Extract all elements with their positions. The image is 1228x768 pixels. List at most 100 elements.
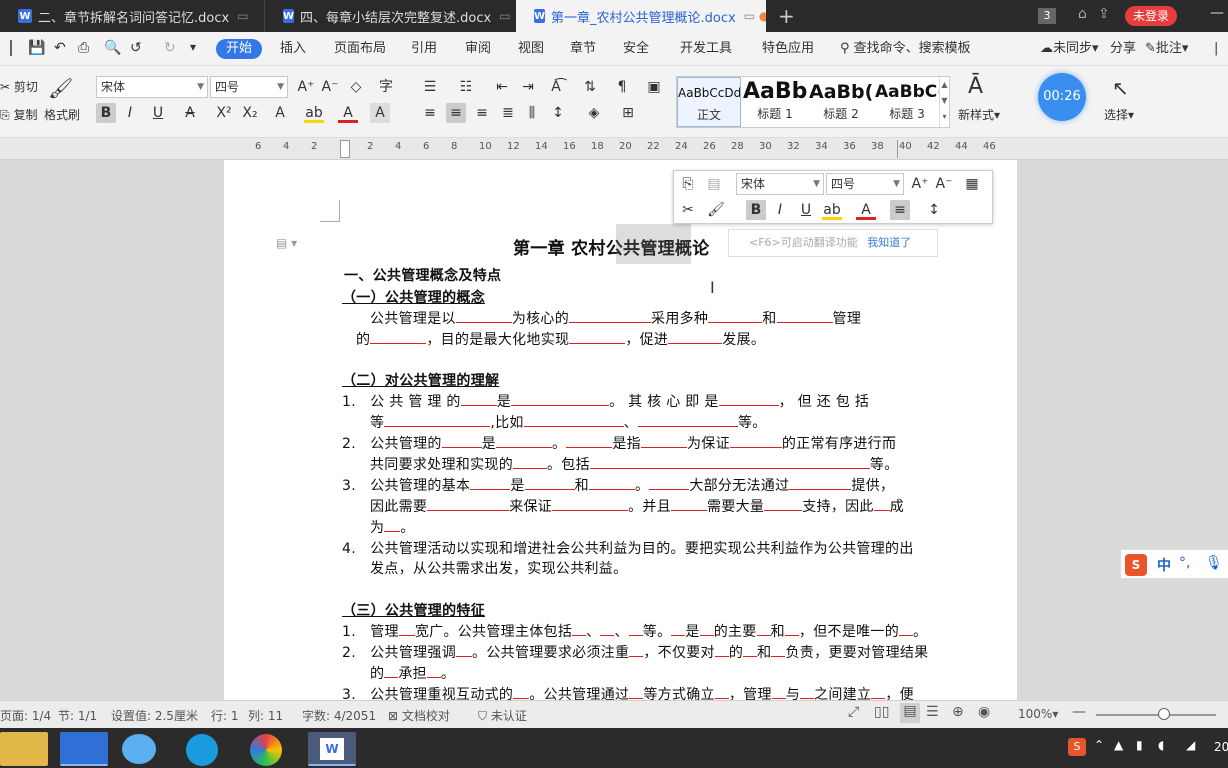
undo-icon[interactable]: ↺ — [130, 40, 142, 56]
print-icon[interactable]: ⎙ — [78, 40, 89, 56]
tab-chapter[interactable]: 章节 — [570, 39, 596, 59]
text-box-icon[interactable]: ▣ — [644, 77, 664, 97]
page-count-badge[interactable]: 3 — [1038, 8, 1056, 24]
customize-icon[interactable]: ▾ — [190, 40, 196, 54]
certification-status[interactable]: ⛉ 未认证 — [478, 707, 527, 724]
scissors-icon[interactable]: ✂ — [678, 200, 698, 220]
eye-protection-icon[interactable]: ◉ — [978, 704, 990, 720]
cut-button[interactable]: ✂ 剪切 — [0, 78, 38, 95]
punctuation-icon[interactable]: °, — [1179, 555, 1190, 571]
chinese-layout-icon[interactable]: A͡ — [546, 77, 566, 97]
style-heading-3[interactable]: AaBbC( 标题 3 — [875, 77, 939, 127]
italic-icon[interactable]: I — [770, 200, 790, 220]
tray-expand-icon[interactable]: ⌃ — [1094, 738, 1104, 752]
volume-icon[interactable]: ◖ — [1158, 738, 1164, 752]
bold-icon[interactable]: B — [746, 200, 766, 220]
fullscreen-icon[interactable]: ⤢ — [848, 704, 859, 720]
bullet-list-icon[interactable]: ☰ — [420, 77, 440, 97]
shading-icon[interactable]: ◈ — [584, 103, 604, 123]
select-button[interactable]: 选择▾ — [1104, 106, 1134, 123]
tab-page-layout[interactable]: 页面布局 — [334, 39, 386, 59]
wifi-icon[interactable]: ◢ — [1186, 738, 1195, 752]
paste-icon[interactable]: ▤ — [704, 174, 724, 194]
tab-developer[interactable]: 开发工具 — [680, 39, 732, 59]
wps-writer-icon[interactable]: W — [308, 732, 356, 766]
copy-icon[interactable]: ⎘ — [678, 174, 698, 194]
zoom-out-icon[interactable]: — — [1072, 704, 1086, 720]
web-view-icon[interactable]: ⊕ — [952, 704, 964, 720]
clock[interactable]: 20 — [1214, 740, 1228, 754]
style-scroll[interactable]: ▲ ▼ ▾ — [939, 77, 949, 127]
zoom-slider-thumb[interactable] — [1158, 708, 1170, 720]
show-marks-icon[interactable]: ¶ — [612, 77, 632, 97]
zoom-level[interactable]: 100%▾ — [1018, 707, 1058, 721]
align-left-icon[interactable]: ≡ — [420, 103, 440, 123]
tab-security[interactable]: 安全 — [623, 39, 649, 59]
document-tab[interactable]: W 二、章节拆解名词问答记忆.docx ▭ — [0, 0, 262, 32]
outline-view-icon[interactable]: ☰ — [926, 704, 939, 720]
mail-app-icon[interactable] — [60, 732, 108, 766]
new-style-button[interactable]: 新样式▾ — [958, 106, 1000, 123]
strikethrough-icon[interactable]: A — [180, 103, 200, 123]
align-center-icon[interactable]: ≡ — [446, 103, 466, 123]
file-explorer-icon[interactable] — [0, 732, 48, 766]
more-icon[interactable]: | — [1214, 39, 1218, 59]
sync-status[interactable]: ☁未同步▾ — [1040, 39, 1099, 59]
status-setting[interactable]: 设置值: 2.5厘米 — [111, 707, 198, 724]
highlight-icon[interactable]: ab — [822, 200, 842, 220]
page-view-icon[interactable]: ▤ — [900, 703, 920, 723]
text-effect-icon[interactable]: A — [270, 103, 290, 123]
network-icon[interactable]: ▲ — [1114, 738, 1123, 752]
increase-font-icon[interactable]: A⁺ — [296, 77, 316, 97]
line-spacing-icon[interactable]: ↕ — [924, 200, 944, 220]
document-tab[interactable]: W 四、每章小结层次完整复述.docx ▭ ● — [264, 0, 514, 32]
minimize-icon[interactable]: — — [1210, 5, 1224, 21]
zoom-slider-track[interactable] — [1096, 714, 1216, 716]
clear-format-icon[interactable]: ◇ — [346, 77, 366, 97]
menu-toggle-icon[interactable] — [10, 40, 16, 56]
font-size-select[interactable]: 四号 ▼ — [210, 76, 288, 98]
increase-font-icon[interactable]: A⁺ — [910, 174, 930, 194]
save-icon[interactable]: 💾 — [28, 40, 45, 56]
style-heading-1[interactable]: AaBb 标题 1 — [743, 77, 807, 127]
float-font-size-select[interactable]: 四号 ▼ — [826, 173, 904, 195]
skin-icon[interactable]: ⌂ — [1078, 6, 1087, 22]
format-painter-icon[interactable]: 🖌 — [48, 76, 73, 100]
ime-mode[interactable]: 中 — [1157, 555, 1171, 575]
microphone-icon[interactable]: 🎙 — [1205, 555, 1223, 571]
tab-review[interactable]: 审阅 — [465, 39, 491, 59]
line-spacing-icon[interactable]: ↕ — [548, 103, 568, 123]
undo-history-icon[interactable]: ↶ — [54, 40, 66, 56]
format-painter-icon[interactable]: 🖌 — [706, 200, 726, 220]
underline-icon[interactable]: U — [148, 103, 168, 123]
login-button[interactable]: 未登录 — [1125, 6, 1178, 26]
share-icon[interactable]: ⇪ — [1098, 6, 1110, 22]
new-tab-button[interactable]: + — [778, 4, 795, 28]
align-right-icon[interactable]: ≡ — [472, 103, 492, 123]
paragraph-handle-icon[interactable]: ▤ ▾ — [276, 236, 297, 250]
italic-icon[interactable]: I — [120, 103, 140, 123]
chat-app-icon[interactable] — [122, 734, 156, 764]
underline-icon[interactable]: U — [796, 200, 816, 220]
sort-icon[interactable]: ⇅ — [580, 77, 600, 97]
proofread-button[interactable]: ⊠ 文档校对 — [388, 707, 450, 724]
decrease-font-icon[interactable]: A⁻ — [934, 174, 954, 194]
align-center-icon[interactable]: ≡ — [890, 200, 910, 220]
share-button[interactable]: 分享 — [1110, 39, 1136, 59]
tab-insert[interactable]: 插入 — [280, 39, 306, 59]
tab-close-icon[interactable]: ▭ ● — [744, 9, 766, 23]
tab-view[interactable]: 视图 — [518, 39, 544, 59]
tab-close-icon[interactable]: ▭ ● — [499, 9, 514, 23]
document-tab-active[interactable]: W 第一章_农村公共管理概论.docx ▭ ● — [516, 0, 766, 32]
superscript-icon[interactable]: X² — [214, 103, 234, 123]
char-shading-icon[interactable]: A — [370, 103, 390, 123]
decrease-indent-icon[interactable]: ⇤ — [492, 77, 512, 97]
font-name-select[interactable]: 宋体 ▼ — [96, 76, 208, 98]
comment-button[interactable]: ✎批注▾ — [1145, 39, 1188, 59]
indent-marker[interactable] — [340, 140, 350, 158]
float-font-name-select[interactable]: 宋体 ▼ — [736, 173, 824, 195]
timer-widget[interactable]: 00:26 — [1038, 73, 1086, 121]
horizontal-ruler[interactable]: 6 4 2 2 4 6 8 10 12 14 16 18 20 22 24 26 28 30 32 34 36 38 40 4… — [0, 138, 1228, 160]
status-words[interactable]: 字数: 4/2051 — [302, 707, 376, 724]
justify-icon[interactable]: ≣ — [498, 103, 518, 123]
